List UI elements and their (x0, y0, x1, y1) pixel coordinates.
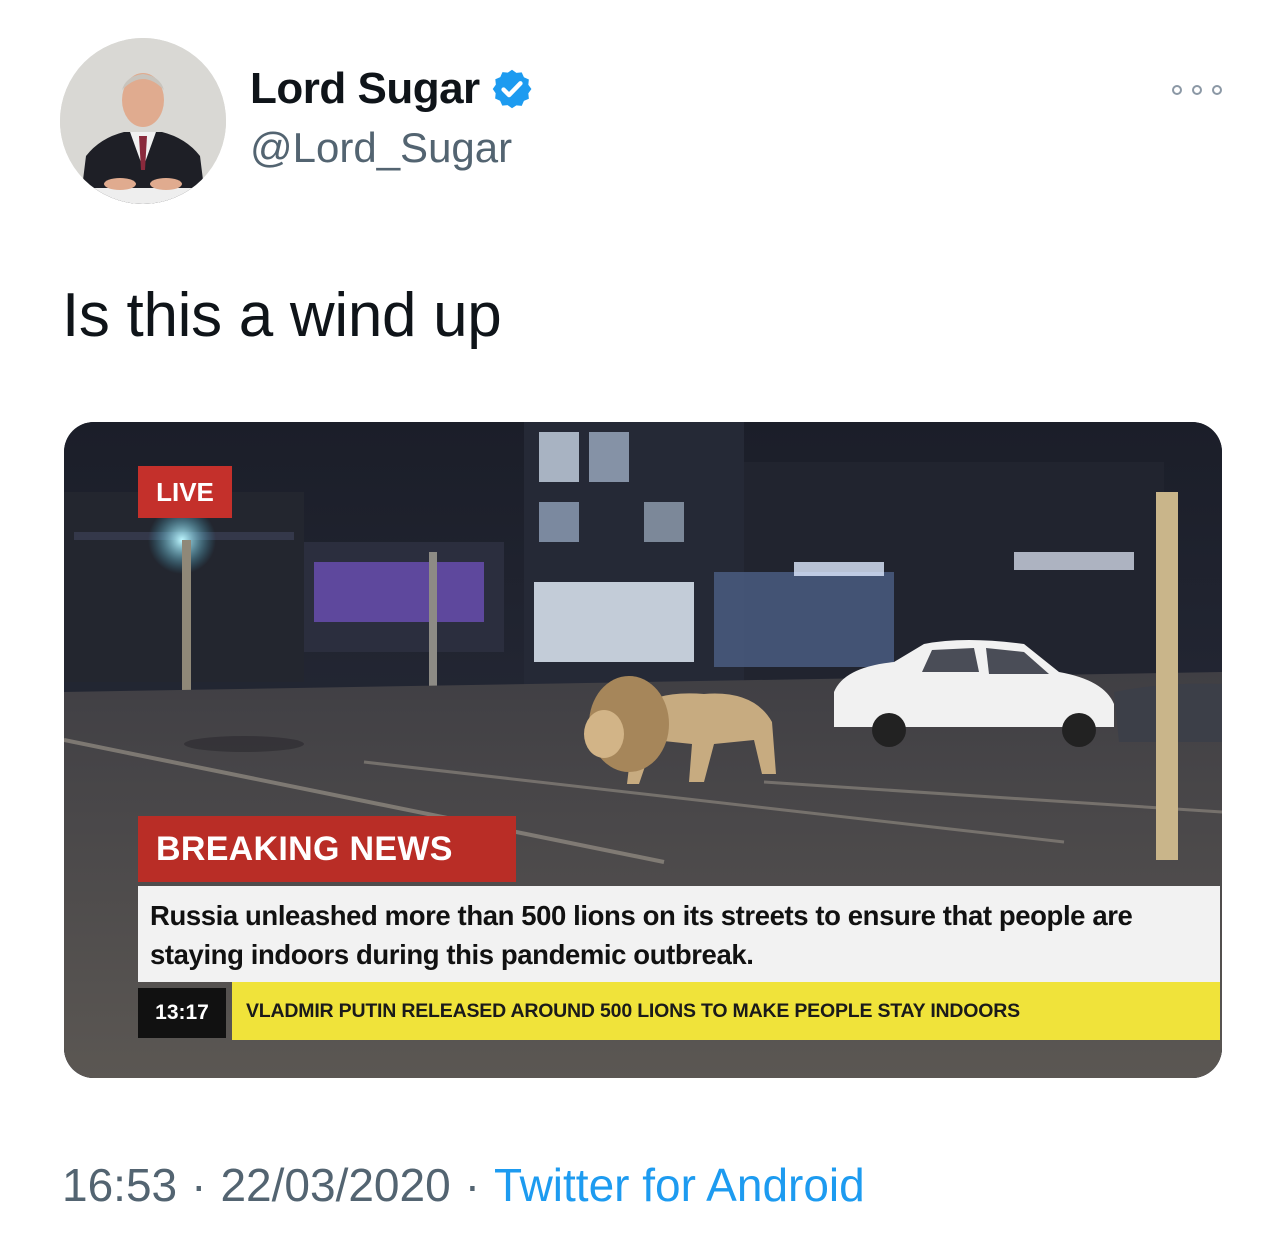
more-options-icon[interactable] (1172, 80, 1222, 100)
tweet-card: Lord Sugar @Lord_Sugar Is this a wind up (0, 0, 1284, 1245)
breaking-news-banner: BREAKING NEWS (138, 816, 516, 882)
avatar-photo (60, 38, 226, 204)
tweet-time[interactable]: 16:53 (62, 1158, 177, 1212)
avatar[interactable] (60, 38, 226, 204)
tweet-media-image[interactable]: LIVE BREAKING NEWS Russia unleashed more… (64, 422, 1222, 1078)
tweet-meta: 16:53 · 22/03/2020 · Twitter for Android (62, 1158, 865, 1212)
author-handle[interactable]: @Lord_Sugar (250, 124, 512, 172)
more-dot-icon (1192, 85, 1202, 95)
news-headline: Russia unleashed more than 500 lions on … (138, 886, 1220, 982)
author-display-name[interactable]: Lord Sugar (250, 64, 480, 114)
tweet-source-link[interactable]: Twitter for Android (494, 1158, 865, 1212)
verified-badge-icon (492, 69, 532, 109)
meta-separator: · (464, 1159, 481, 1211)
ticker-text: VLADMIR PUTIN RELEASED AROUND 500 LIONS … (232, 982, 1220, 1040)
ticker-time: 13:17 (138, 988, 226, 1038)
tweet-text: Is this a wind up (62, 281, 502, 350)
more-dot-icon (1212, 85, 1222, 95)
author-name-row[interactable]: Lord Sugar (250, 64, 534, 114)
tweet-date[interactable]: 22/03/2020 (220, 1158, 450, 1212)
more-dot-icon (1172, 85, 1182, 95)
meta-separator: · (191, 1159, 207, 1211)
live-badge: LIVE (138, 466, 232, 518)
